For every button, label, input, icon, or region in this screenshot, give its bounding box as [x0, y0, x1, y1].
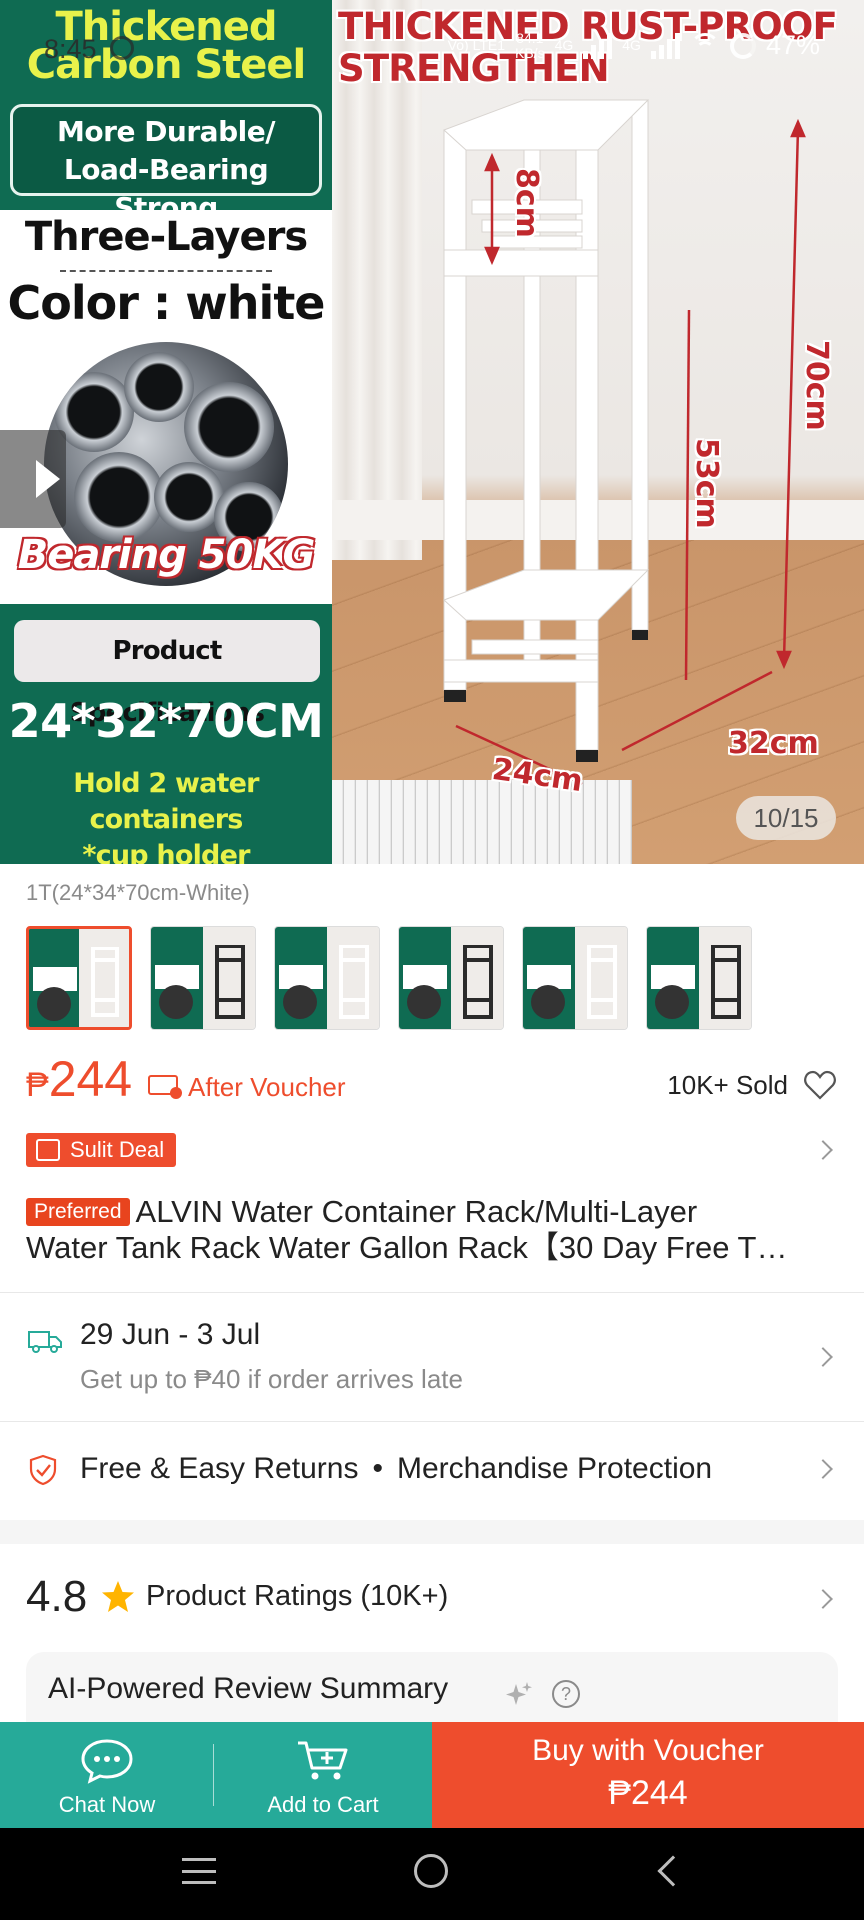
- voucher-icon: [148, 1075, 182, 1099]
- sulit-deal-badge[interactable]: Sulit Deal: [26, 1133, 177, 1167]
- buy-with-voucher-label: Buy with Voucher: [532, 1734, 764, 1767]
- free-returns-label: Free & Easy Returns: [80, 1452, 359, 1485]
- battery-percent: 47%: [765, 30, 820, 60]
- hero-product-photo: THICKENED RUST-PROOF STRENGTHEN 8cm 70cm…: [332, 0, 864, 864]
- price-amount: 244: [48, 1051, 133, 1107]
- volte-indicator: Vo) LTE1: [447, 37, 505, 53]
- dim-label-8cm: 8cm: [509, 168, 544, 238]
- alarm-icon: [110, 36, 134, 60]
- dim-label-53cm: 53cm: [689, 438, 724, 529]
- network-speed: 84.1 KB/s: [515, 29, 545, 61]
- image-counter: 10/15: [736, 796, 836, 840]
- chevron-right-icon: [813, 1589, 833, 1609]
- variant-thumbnail[interactable]: [274, 926, 380, 1030]
- hero-durable-box: More Durable/ Load-Bearing Strong: [10, 104, 322, 224]
- chevron-right-icon[interactable]: [813, 1140, 833, 1160]
- selected-variant-label: 1T(24*34*70cm-White): [26, 880, 250, 905]
- recent-apps-icon[interactable]: [182, 1858, 216, 1884]
- price: ₱244: [26, 1050, 132, 1108]
- hero-dimensions: 24*32*70CM: [8, 694, 324, 748]
- delivery-guarantee: Get up to ₱40 if order arrives late: [80, 1364, 463, 1394]
- add-to-cart-label: Add to Cart: [267, 1792, 379, 1817]
- chat-bubble-icon: [81, 1739, 133, 1784]
- hero-hold-line2: *cup holder: [82, 840, 250, 864]
- cart-plus-icon: [298, 1741, 348, 1780]
- chevron-right-icon: [813, 1347, 833, 1367]
- signal-icon-2: [650, 32, 680, 59]
- shield-check-icon: [29, 1454, 57, 1486]
- variant-thumbnails: [26, 926, 752, 1030]
- rating-score: 4.8: [26, 1572, 88, 1621]
- network-type-1: 4G: [554, 37, 574, 53]
- after-voucher-label: After Voucher: [188, 1072, 346, 1102]
- divider: [0, 1292, 864, 1293]
- product-title-line2: Water Tank Rack Water Gallon Rack【30 Day…: [26, 1230, 788, 1265]
- variant-thumbnail[interactable]: [398, 926, 504, 1030]
- variant-thumbnail[interactable]: [150, 926, 256, 1030]
- play-video-icon[interactable]: [0, 430, 66, 528]
- buy-with-voucher-button[interactable]: Buy with Voucher ₱244: [432, 1722, 864, 1828]
- hero-hold-line1: Hold 2 water containers: [73, 768, 259, 835]
- buy-price: ₱244: [608, 1774, 688, 1812]
- status-time: 8:45: [44, 34, 97, 64]
- hero-layers-text: Three-Layers: [24, 214, 308, 260]
- network-type-2: 4G: [622, 37, 641, 53]
- home-icon[interactable]: [414, 1854, 448, 1888]
- truck-icon: [28, 1331, 62, 1353]
- merchandise-protection-label: Merchandise Protection: [396, 1452, 713, 1485]
- chat-now-label: Chat Now: [58, 1792, 156, 1817]
- preferred-badge: Preferred: [26, 1198, 130, 1226]
- hero-bearing-text: Bearing 50KG: [17, 532, 316, 578]
- ai-summary-title: AI-Powered Review Summary: [48, 1672, 449, 1705]
- network-speed-value: 84.1: [516, 29, 544, 46]
- divider: [0, 1421, 864, 1422]
- add-to-cart-button[interactable]: Add to Cart: [214, 1722, 432, 1828]
- sulit-deal-label: Sulit Deal: [70, 1137, 165, 1162]
- hero-hold-text: Hold 2 water containers *cup holder: [0, 766, 332, 864]
- product-image-carousel[interactable]: Thickened Carbon Steel More Durable/ Loa…: [0, 0, 864, 864]
- price-currency: ₱: [26, 1066, 49, 1104]
- dim-label-70cm: 70cm: [799, 340, 834, 431]
- sold-count: 10K+ Sold: [667, 1070, 788, 1100]
- product-title-line1: ALVIN Water Container Rack/Multi-Layer: [135, 1194, 698, 1229]
- bottom-action-bar: Chat Now Add to Cart Buy with Voucher ₱2…: [0, 1722, 864, 1828]
- hero-spec-section: Product Specifications 24*32*70CM Hold 2…: [0, 604, 332, 864]
- network-speed-unit: KB/s: [515, 44, 545, 61]
- status-bar: 8:45 Vo) LTE1 84.1 KB/s 4G 4G 47%: [0, 30, 864, 70]
- star-icon: [102, 1581, 134, 1612]
- hero-dashed-line: [60, 270, 272, 272]
- thumbs-up-icon: [36, 1139, 60, 1161]
- battery-icon: [729, 32, 756, 59]
- chevron-right-icon: [813, 1459, 833, 1479]
- variant-thumbnail[interactable]: [646, 926, 752, 1030]
- status-indicators: Vo) LTE1 84.1 KB/s 4G 4G 47%: [448, 30, 820, 61]
- delivery-date: 29 Jun - 3 Jul: [80, 1318, 261, 1351]
- sparkle-icon: [506, 1682, 532, 1705]
- dim-label-32cm: 32cm: [728, 726, 819, 761]
- hero-durable-line1: More Durable/: [57, 115, 275, 148]
- returns-text: Free & Easy Returns • Merchandise Protecti…: [80, 1452, 712, 1486]
- system-navigation-bar: [0, 1828, 864, 1920]
- chat-now-button[interactable]: Chat Now: [0, 1722, 214, 1828]
- variant-thumbnail[interactable]: [522, 926, 628, 1030]
- hero-spec-label: Product Specifications: [14, 620, 320, 728]
- back-icon[interactable]: [657, 1855, 689, 1887]
- signal-icon: [583, 32, 613, 59]
- help-icon[interactable]: ?: [552, 1680, 580, 1708]
- bullet-separator: •: [372, 1452, 383, 1485]
- wifi-icon: [689, 32, 720, 59]
- section-gap: [0, 1520, 864, 1544]
- hero-color-text: Color : white: [7, 276, 325, 330]
- product-title: Preferred ALVIN Water Container Rack/Mult…: [26, 1194, 838, 1266]
- variant-thumbnail[interactable]: [26, 926, 132, 1030]
- ratings-label: Product Ratings (10K+): [146, 1580, 449, 1612]
- heart-icon[interactable]: [804, 1070, 836, 1100]
